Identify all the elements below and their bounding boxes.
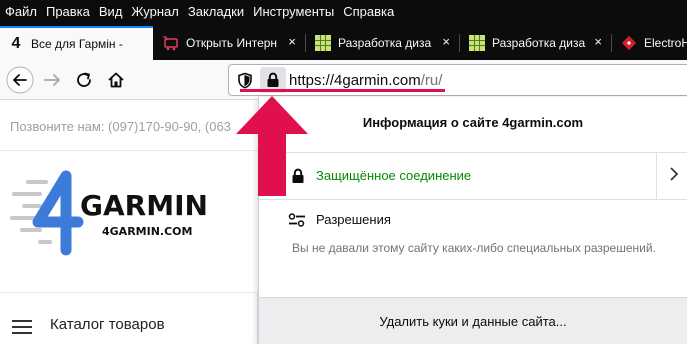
back-arrow-icon [6,66,34,94]
tab-title: ElectroH [644,36,687,50]
tab-separator [459,34,460,52]
tab-strip: 4 Все для Гармін - Открыть Интерн × Разр… [0,22,687,60]
tab-title: Разработка диза [492,36,586,50]
secure-connection-label: Защищённое соединение [316,168,472,183]
reload-button[interactable] [70,66,98,94]
row-divider [656,153,657,199]
tab-title: Открыть Интерн [186,36,278,50]
site-info-popup: Информация о сайте 4garmin.com Защищённо… [258,97,687,344]
grid-favicon-icon [469,35,485,51]
menu-history[interactable]: Журнал [131,4,178,19]
tab-design-2[interactable]: Разработка диза × [461,26,609,60]
menu-file[interactable]: Файл [5,4,37,19]
permissions-title: Разрешения [316,212,391,227]
tab-design-1[interactable]: Разработка диза × [307,26,457,60]
tab-title: Разработка диза [338,36,432,50]
url-path: /ru/ [420,72,443,89]
menu-bookmarks[interactable]: Закладки [188,4,244,19]
menu-bar: Файл Правка Вид Журнал Закладки Инструме… [0,0,687,22]
tab-4garmin[interactable]: 4 Все для Гармін - [0,26,153,60]
tab-separator [611,34,612,52]
4garmin-logo[interactable]: GARMIN 4GARMIN.COM [8,160,228,260]
cart-favicon-icon [163,35,179,51]
menu-edit[interactable]: Правка [46,4,90,19]
url-text[interactable]: https://4garmin.com/ru/ [289,72,442,89]
grid-favicon-icon [315,35,331,51]
close-icon[interactable]: × [288,34,296,49]
navigation-bar: https://4garmin.com/ru/ [0,60,687,100]
menu-tools[interactable]: Инструменты [253,4,334,19]
close-icon[interactable]: × [594,34,602,49]
permissions-sliders-icon [288,213,306,227]
url-host: https://4garmin.com [289,72,421,89]
menu-help[interactable]: Справка [343,4,394,19]
home-button[interactable] [102,66,130,94]
tab-separator [305,34,306,52]
forward-arrow-icon [44,74,60,86]
forward-button[interactable] [39,66,67,94]
tab-open-internet[interactable]: Открыть Интерн × [155,26,303,60]
permissions-description: Вы не давали этому сайту каких-либо спец… [292,241,656,255]
4garmin-favicon-icon: 4 [11,35,21,52]
reload-icon [77,72,91,87]
logo-sub-text: 4GARMIN.COM [102,225,192,238]
hamburger-icon [12,320,32,334]
annotation-arrow-icon [236,96,308,196]
logo-main-text: GARMIN [80,189,208,222]
catalog-label: Каталог товаров [50,316,165,333]
chevron-right-icon[interactable] [669,165,679,188]
home-icon [108,72,124,88]
close-icon[interactable]: × [442,34,450,49]
tab-electro[interactable]: ElectroH [613,26,687,60]
popup-title: Информация о сайте 4garmin.com [362,115,584,130]
popup-divider [259,199,687,200]
back-button[interactable] [6,66,34,94]
menu-view[interactable]: Вид [99,4,123,19]
page-phone-text: Позвоните нам: (097)170-90-90, (063 [10,119,231,134]
clear-cookies-button[interactable]: Удалить куки и данные сайта... [259,297,687,344]
secure-connection-row[interactable]: Защищённое соединение [259,153,687,199]
url-highlight-underline [240,89,445,92]
catalog-menu[interactable]: Каталог товаров [0,292,258,344]
tab-title: Все для Гармін - [31,37,123,51]
red-diamond-favicon-icon [621,35,637,51]
